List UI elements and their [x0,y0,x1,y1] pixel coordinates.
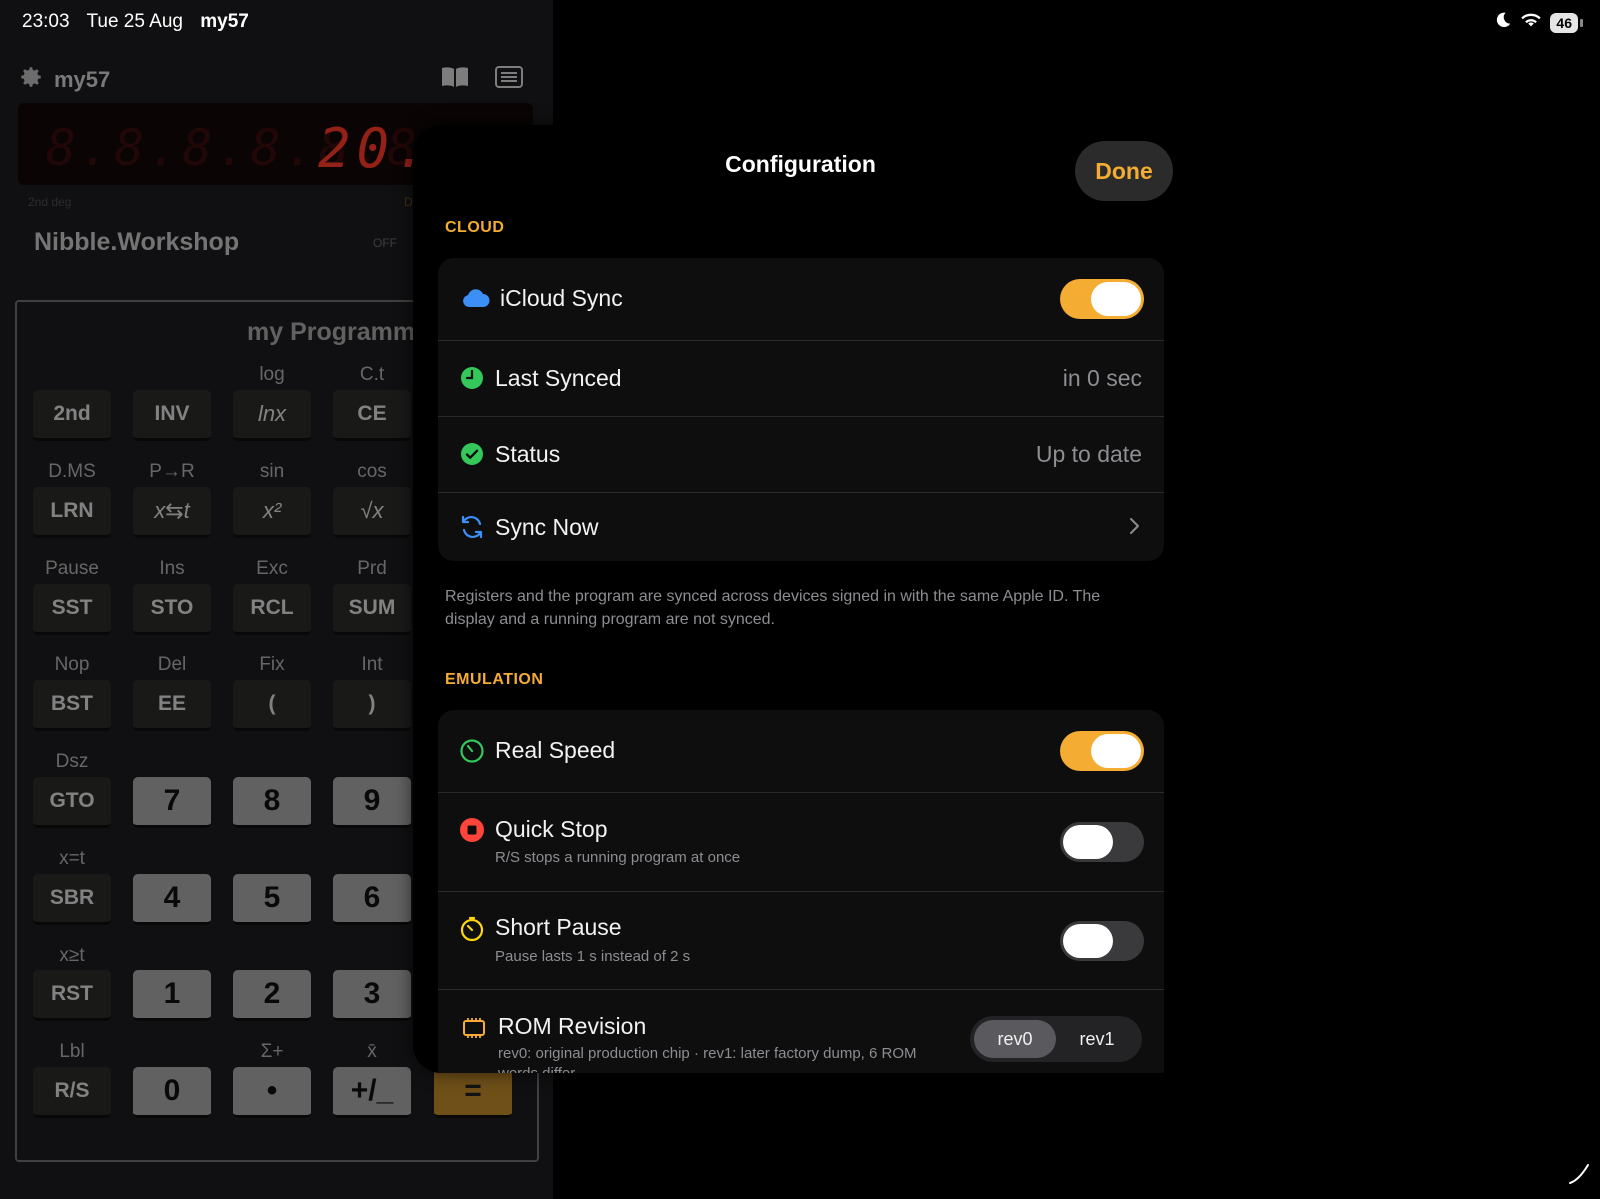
done-button[interactable]: Done [1075,141,1173,201]
segment-rev0[interactable]: rev0 [974,1020,1056,1058]
status-label: Status [495,441,561,467]
toggle-knob [1091,282,1141,316]
sheet-title: Configuration [725,151,876,177]
cloud-footer-note: Registers and the program are synced acr… [445,588,1101,628]
last-synced-row: Last Synced in 0 sec [438,341,1164,416]
quick-stop-label: Quick Stop [495,816,608,842]
status-value: Up to date [1035,441,1142,467]
rom-revision-description: rev0: original production chip · rev1: l… [498,1045,917,1073]
quick-stop-description: R/S stops a running program at once [495,849,741,866]
moon-icon [1494,11,1512,34]
last-synced-value: in 0 sec [1062,365,1142,391]
short-pause-description: Pause lasts 1 s instead of 2 s [495,948,691,965]
sync-now-label: Sync Now [495,514,599,540]
sync-arrows-icon [458,513,486,541]
chevron-right-icon [1128,515,1140,541]
real-speed-toggle[interactable] [1060,731,1144,771]
segment-rev1[interactable]: rev1 [1056,1020,1138,1058]
pencil-hint-icon [1568,1163,1590,1191]
quick-stop-row: Quick Stop R/S stops a running program a… [438,793,1164,891]
battery-indicator: 46 [1550,12,1583,33]
speedometer-icon [458,737,486,765]
short-pause-toggle[interactable] [1060,921,1144,961]
status-bar: 23:03 Tue 25 Aug my57 46 [0,0,1600,46]
clock-icon [458,364,486,392]
real-speed-label: Real Speed [495,737,616,763]
last-synced-label: Last Synced [495,365,622,391]
rom-revision-label: ROM Revision [498,1013,647,1039]
section-header-emulation: EMULATION [445,671,544,688]
timer-icon [458,915,486,943]
real-speed-row: Real Speed [438,710,1164,792]
toggle-knob [1091,734,1141,768]
status-time: 23:03 [22,11,70,32]
cloud-icon [462,284,490,312]
icloud-sync-label: iCloud Sync [500,285,623,311]
section-header-cloud: CLOUD [445,219,505,236]
short-pause-label: Short Pause [495,914,622,940]
status-date: Tue 25 Aug [86,11,183,32]
status-right: 46 [1494,11,1583,34]
status-row: Status Up to date [438,417,1164,492]
icloud-sync-toggle[interactable] [1060,279,1144,319]
rom-revision-row: ROM Revision rev0: original production c… [438,990,1164,1073]
quick-stop-toggle[interactable] [1060,822,1144,862]
checkmark-icon [458,440,486,468]
stop-icon [458,816,486,844]
sync-now-row[interactable]: Sync Now [438,493,1164,561]
toggle-knob [1063,924,1113,958]
icloud-sync-row: iCloud Sync [438,258,1164,340]
cloud-settings-group: iCloud Sync Last Synced in 0 sec Status … [438,258,1164,561]
emulation-settings-group: Real Speed Quick Stop R/S stops a runnin… [438,710,1164,1073]
short-pause-row: Short Pause Pause lasts 1 s instead of 2… [438,892,1164,989]
configuration-sheet: Configuration Done CLOUD iCloud Sync Las… [413,125,1188,1073]
toggle-knob [1063,825,1113,859]
rom-revision-segmented-control: rev0 rev1 [970,1016,1142,1062]
status-left: 23:03 Tue 25 Aug my57 [22,11,261,33]
wifi-icon [1520,11,1542,34]
status-app-name: my57 [200,11,249,32]
chip-icon [460,1014,488,1042]
